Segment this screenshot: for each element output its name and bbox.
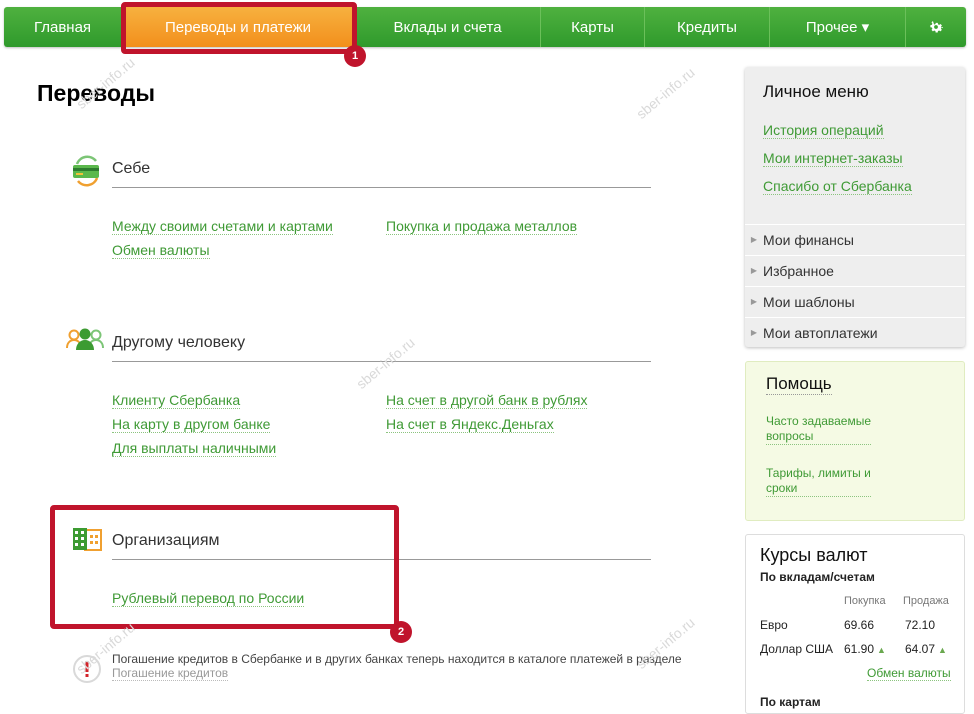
menu-item-label: Избранное xyxy=(763,262,834,279)
menu-item-my-finances[interactable]: ▶ Мои финансы xyxy=(745,224,965,254)
rates-cards-subtitle: По картам xyxy=(760,695,821,709)
help-title[interactable]: Помощь xyxy=(766,374,832,395)
rates-subtitle: По вкладам/счетам xyxy=(760,570,875,584)
highlight-box-2 xyxy=(50,505,399,629)
rates-sell-header: Продажа xyxy=(903,595,949,607)
rate-sell: 72.10 xyxy=(905,618,936,632)
link-tariffs-line2: сроки xyxy=(766,481,798,495)
annotation-badge-2: 2 xyxy=(390,621,412,643)
page-title: Переводы xyxy=(37,80,155,106)
link-yandex-money[interactable]: На счет в Яндекс.Деньгах xyxy=(386,416,554,433)
help-panel: Помощь Часто задаваемые вопросы Тарифы, … xyxy=(745,361,965,521)
link-faq[interactable]: Часто задаваемые вопросы xyxy=(766,414,872,445)
notice-text: Погашение кредитов в Сбербанке и в други… xyxy=(112,652,682,681)
link-cash-payout[interactable]: Для выплаты наличными xyxy=(112,440,277,457)
link-faq-line1: Часто задаваемые xyxy=(766,414,872,428)
rates-buy-header: Покупка xyxy=(844,595,886,607)
persons-icon xyxy=(66,328,104,350)
gear-icon xyxy=(930,21,944,33)
rate-buy-cell: 61.90 ▲ xyxy=(844,642,886,656)
personal-menu-title: Личное меню xyxy=(763,82,869,101)
section-divider xyxy=(112,361,651,362)
menu-item-label: Мои финансы xyxy=(763,231,854,248)
arrow-right-icon: ▶ xyxy=(750,297,758,306)
link-tariffs-limits[interactable]: Тарифы, лимиты и сроки xyxy=(766,466,871,497)
arrow-up-icon: ▲ xyxy=(938,645,947,655)
nav-item-deposits-accounts[interactable]: Вклады и счета xyxy=(355,7,541,47)
link-loan-repayment[interactable]: Погашение кредитов xyxy=(112,666,229,681)
section-title-person: Другому человеку xyxy=(112,334,246,351)
link-spasibo[interactable]: Спасибо от Сбербанка xyxy=(763,178,912,195)
section-title-self: Себе xyxy=(112,160,151,177)
rate-buy: 61.90 xyxy=(844,642,875,656)
rate-currency: Доллар США xyxy=(760,642,834,656)
link-sberbank-client[interactable]: Клиенту Сбербанка xyxy=(112,392,241,409)
menu-item-my-templates[interactable]: ▶ Мои шаблоны xyxy=(745,286,965,316)
annotation-badge-1: 1 xyxy=(344,45,366,67)
rates-title: Курсы валют xyxy=(760,545,868,565)
nav-item-other[interactable]: Прочее ▾ xyxy=(770,7,906,47)
exclamation-icon xyxy=(73,655,101,683)
link-tariffs-line1: Тарифы, лимиты и xyxy=(766,466,871,480)
settings-button[interactable] xyxy=(906,7,966,47)
link-account-other-bank-rub[interactable]: На счет в другой банк в рублях xyxy=(386,392,588,409)
watermark: sber-info.ru xyxy=(633,64,698,122)
notice-message: Погашение кредитов в Сбербанке и в други… xyxy=(112,652,682,666)
link-metals[interactable]: Покупка и продажа металлов xyxy=(386,218,578,235)
menu-item-favorites[interactable]: ▶ Избранное xyxy=(745,255,965,285)
exchange-rates-panel: Курсы валют По вкладам/счетам Покупка Пр… xyxy=(745,534,965,714)
link-faq-line2: вопросы xyxy=(766,429,814,443)
rate-sell: 64.07 xyxy=(905,642,936,656)
arrow-up-icon: ▲ xyxy=(877,645,886,655)
self-transfer-icon xyxy=(73,155,99,187)
section-divider xyxy=(112,187,651,188)
link-card-other-bank[interactable]: На карту в другом банке xyxy=(112,416,271,433)
rate-currency: Евро xyxy=(760,618,788,632)
menu-item-my-autopayments[interactable]: ▶ Мои автоплатежи xyxy=(745,317,965,347)
link-exchange-currency[interactable]: Обмен валюты xyxy=(867,666,951,681)
link-between-own-accounts[interactable]: Между своими счетами и картами xyxy=(112,218,333,235)
arrow-right-icon: ▶ xyxy=(750,235,758,244)
nav-item-home[interactable]: Главная xyxy=(4,7,122,47)
nav-item-cards[interactable]: Карты xyxy=(541,7,645,47)
link-currency-exchange[interactable]: Обмен валюты xyxy=(112,242,210,259)
menu-item-label: Мои шаблоны xyxy=(763,293,855,310)
link-operation-history[interactable]: История операций xyxy=(763,122,884,139)
menu-item-label: Мои автоплатежи xyxy=(763,324,878,341)
arrow-right-icon: ▶ xyxy=(750,266,758,275)
watermark: sber-info.ru xyxy=(353,334,418,392)
nav-item-credits[interactable]: Кредиты xyxy=(645,7,770,47)
personal-menu: Личное меню История операций Мои интерне… xyxy=(745,67,965,347)
highlight-box-1 xyxy=(121,2,357,54)
arrow-right-icon: ▶ xyxy=(750,328,758,337)
rate-sell-cell: 64.07 ▲ xyxy=(905,642,947,656)
link-internet-orders[interactable]: Мои интернет-заказы xyxy=(763,150,903,167)
rate-buy: 69.66 xyxy=(844,618,875,632)
